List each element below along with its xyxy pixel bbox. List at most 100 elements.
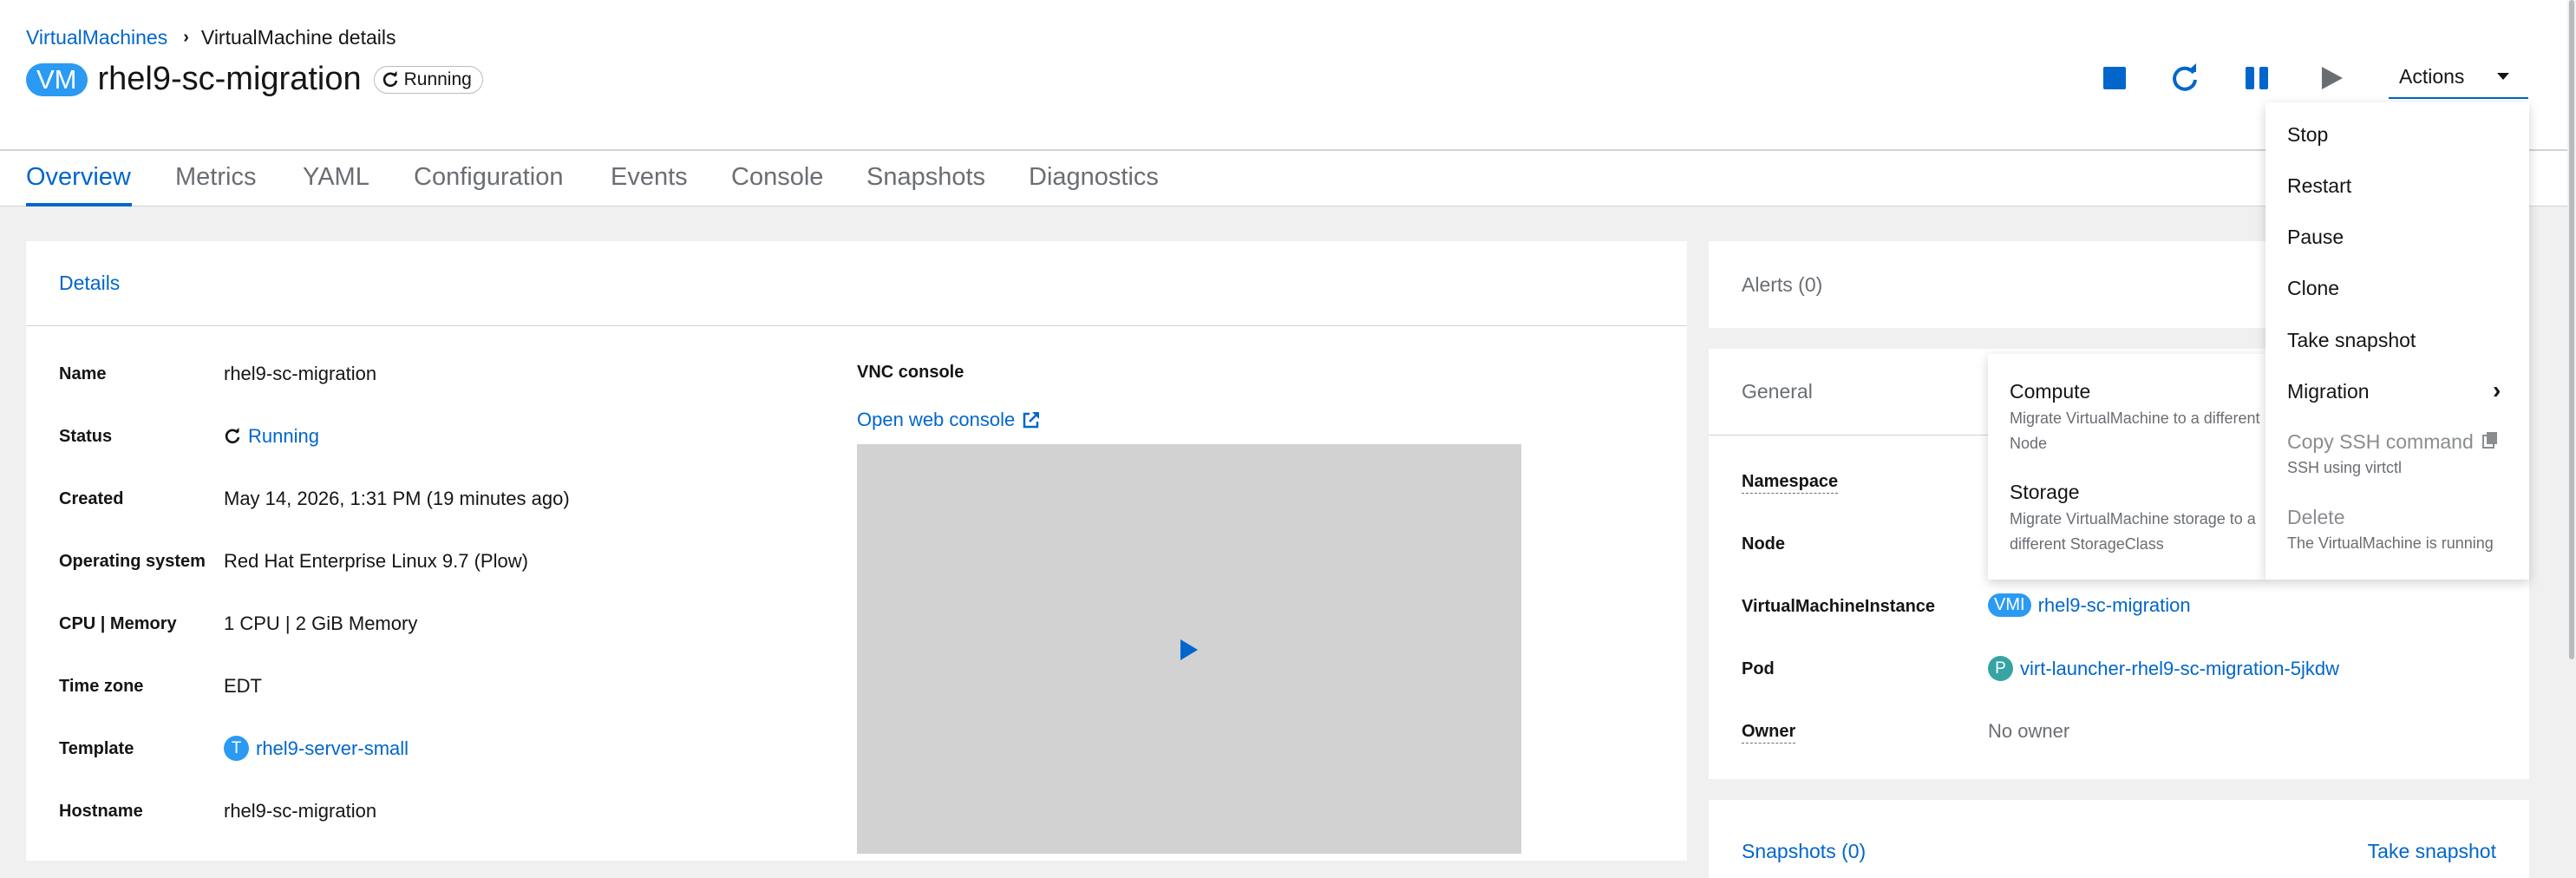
actions-dropdown-toggle[interactable]: Actions: [2389, 56, 2528, 99]
name-text: rhel9-sc-migration: [224, 363, 377, 384]
chevron-right-icon: ›: [183, 28, 189, 47]
details-card-header: Details: [26, 241, 1687, 326]
menu-item-take-snapshot[interactable]: Take snapshot: [2287, 329, 2416, 352]
open-web-console[interactable]: Open web console: [857, 409, 1041, 431]
general-heading: General: [1742, 380, 1813, 403]
pod-link[interactable]: virt-launcher-rhel9-sc-migration-5jkdw: [2020, 658, 2339, 680]
detail-label-os: Operating system: [59, 552, 206, 571]
detail-label-created: Created: [59, 489, 124, 508]
copy-ssh-desc: SSH using virtctl: [2287, 459, 2403, 476]
page-scrollbar[interactable]: [2567, 0, 2576, 878]
tab-diagnostics[interactable]: Diagnostics: [1029, 163, 1159, 192]
general-label-namespace: Namespace: [1742, 472, 1839, 494]
migration-storage-desc: Migrate VirtualMachine storage to a diff…: [2010, 510, 2256, 553]
scrollbar-thumb[interactable]: [2569, 0, 2574, 659]
vnc-console-label: VNC console: [857, 363, 964, 382]
timezone-text: EDT: [224, 675, 262, 697]
detail-value-created: May 14, 2026, 1:31 PM (19 minutes ago): [224, 488, 570, 510]
tab-snapshots[interactable]: Snapshots: [866, 163, 985, 192]
owner-label-text: Owner: [1742, 722, 1796, 744]
general-label-owner: Owner: [1742, 722, 1796, 744]
active-tab-indicator: [26, 203, 132, 206]
breadcrumb-current: VirtualMachine details: [200, 26, 396, 49]
status-badge: Running: [373, 65, 483, 94]
tab-console[interactable]: Console: [731, 163, 823, 192]
title-row: VM rhel9-sc-migration Running: [26, 61, 483, 98]
migration-storage-item[interactable]: Storage: [2010, 481, 2080, 504]
tab-configuration[interactable]: Configuration: [414, 163, 564, 192]
pod-badge: P: [1988, 656, 2013, 681]
menu-item-copy-ssh: Copy SSH command: [2287, 430, 2498, 454]
migration-submenu: Compute Migrate VirtualMachine to a diff…: [1988, 354, 2265, 580]
stop-icon[interactable]: [2099, 62, 2130, 94]
detail-value-name: rhel9-sc-migration: [224, 363, 376, 385]
general-label-node: Node: [1742, 534, 1785, 554]
general-label-vmi: VirtualMachineInstance: [1742, 597, 1936, 616]
actions-label: Actions: [2399, 64, 2465, 88]
restart-icon[interactable]: [2169, 62, 2200, 94]
vm-badge: VM: [26, 62, 88, 96]
os-text: Red Hat Enterprise Linux 9.7 (Plow): [224, 550, 528, 572]
sync-icon: [225, 428, 240, 444]
general-value-owner: No owner: [1988, 720, 2069, 743]
general-value-vmi: VMI rhel9-sc-migration: [1988, 593, 2191, 617]
vmi-link[interactable]: rhel9-sc-migration: [2038, 594, 2191, 617]
menu-item-restart[interactable]: Restart: [2287, 174, 2351, 198]
status-label: Running: [403, 69, 472, 89]
migration-compute-item[interactable]: Compute: [2010, 380, 2090, 403]
general-value-pod: P virt-launcher-rhel9-sc-migration-5jkdw: [1988, 656, 2339, 681]
details-heading-link[interactable]: Details: [59, 272, 120, 295]
take-snapshot-link[interactable]: Take snapshot: [2368, 840, 2496, 863]
detail-value-status: Running: [224, 425, 319, 448]
copy-icon: [2482, 432, 2498, 449]
owner-text: No owner: [1988, 720, 2070, 742]
detail-label-template: Template: [59, 739, 134, 758]
hostname-text: rhel9-sc-migration: [224, 800, 377, 822]
tab-events[interactable]: Events: [611, 163, 688, 192]
detail-value-template: T rhel9-server-small: [224, 736, 409, 761]
tab-yaml[interactable]: YAML: [303, 163, 369, 192]
detail-label-status: Status: [59, 427, 113, 446]
alerts-heading[interactable]: Alerts (0): [1742, 273, 1822, 297]
breadcrumb: VirtualMachines › VirtualMachine details: [26, 26, 396, 49]
general-label-pod: Pod: [1742, 659, 1775, 678]
copy-ssh-label: Copy SSH command: [2287, 430, 2474, 453]
cpu-memory-text: 1 CPU | 2 GiB Memory: [224, 613, 418, 634]
detail-value-hostname: rhel9-sc-migration: [224, 800, 376, 822]
menu-item-stop[interactable]: Stop: [2287, 123, 2328, 147]
play-icon[interactable]: [1180, 639, 1198, 660]
detail-value-timezone: EDT: [224, 675, 262, 698]
migration-compute-desc: Migrate VirtualMachine to a different No…: [2010, 410, 2260, 452]
namespace-label-text: Namespace: [1742, 472, 1839, 494]
created-text: May 14, 2026, 1:31 PM (19 minutes ago): [224, 488, 570, 509]
snapshots-card: Snapshots (0) Take snapshot: [1709, 800, 2529, 878]
vnc-console-preview[interactable]: [857, 444, 1521, 854]
page-title: rhel9-sc-migration: [97, 61, 362, 97]
template-badge: T: [224, 736, 249, 761]
vmi-badge: VMI: [1988, 593, 2031, 617]
open-web-console-link[interactable]: Open web console: [857, 409, 1015, 431]
breadcrumb-virtualmachines-link[interactable]: VirtualMachines: [26, 26, 167, 49]
template-link[interactable]: rhel9-server-small: [256, 737, 409, 760]
tab-metrics[interactable]: Metrics: [175, 163, 256, 192]
play-icon: [2316, 62, 2347, 94]
detail-value-os: Red Hat Enterprise Linux 9.7 (Plow): [224, 550, 528, 573]
menu-item-pause[interactable]: Pause: [2287, 226, 2344, 249]
chevron-right-icon: ›: [2493, 377, 2501, 403]
delete-desc: The VirtualMachine is running: [2287, 534, 2494, 552]
menu-item-migration[interactable]: Migration: [2287, 380, 2370, 403]
sync-icon: [382, 70, 397, 87]
status-link[interactable]: Running: [248, 425, 319, 448]
page-header: VirtualMachines › VirtualMachine details…: [0, 0, 2576, 206]
detail-label-name: Name: [59, 364, 107, 383]
caret-down-icon: [2497, 73, 2509, 80]
detail-value-cpu-memory: 1 CPU | 2 GiB Memory: [224, 613, 417, 635]
tab-bar: Overview Metrics YAML Configuration Even…: [0, 149, 2576, 206]
actions-menu: Stop Restart Pause Clone Take snapshot M…: [2265, 102, 2529, 580]
detail-label-hostname: Hostname: [59, 802, 143, 821]
menu-item-delete: Delete: [2287, 506, 2345, 528]
snapshots-heading-link[interactable]: Snapshots (0): [1742, 840, 1866, 863]
pause-icon[interactable]: [2241, 62, 2272, 94]
menu-item-clone[interactable]: Clone: [2287, 277, 2339, 300]
tab-overview[interactable]: Overview: [26, 163, 131, 192]
